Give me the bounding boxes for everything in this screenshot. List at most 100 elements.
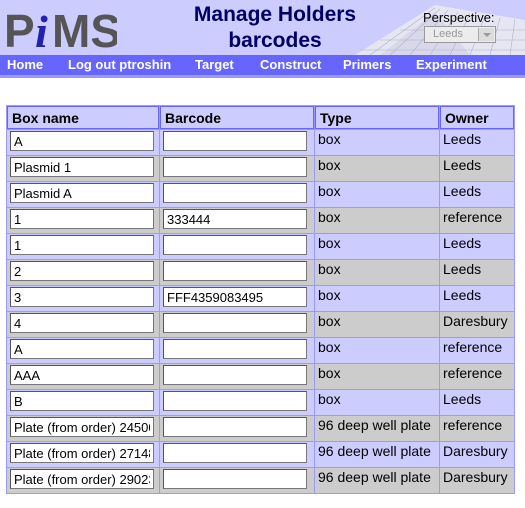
box-name-input[interactable] [10, 443, 154, 463]
holder-type-cell: box [315, 208, 439, 233]
owner-cell: Leeds [440, 156, 514, 181]
barcode-cell [160, 312, 314, 337]
box-name-cell [7, 416, 159, 441]
box-name-cell [7, 208, 159, 233]
table-header-row: Box name Barcode Type Owner [7, 106, 514, 129]
box-name-cell [7, 338, 159, 363]
box-name-input[interactable] [10, 235, 154, 255]
barcode-input[interactable] [163, 443, 307, 463]
box-name-input[interactable] [10, 183, 154, 203]
box-name-input[interactable] [10, 131, 154, 151]
chevron-down-icon[interactable] [478, 28, 494, 41]
barcode-input[interactable] [163, 391, 307, 411]
barcode-input[interactable] [163, 209, 307, 229]
box-name-input[interactable] [10, 313, 154, 333]
barcode-input[interactable] [163, 365, 307, 385]
box-name-cell [7, 364, 159, 389]
svg-text:i: i [35, 6, 48, 55]
table-row: boxreference [7, 364, 514, 389]
box-name-input[interactable] [10, 261, 154, 281]
box-name-cell [7, 156, 159, 181]
holder-type-cell: box [315, 130, 439, 155]
barcode-cell [160, 156, 314, 181]
column-header-type: Type [315, 106, 439, 129]
page-header: P i MS Manage Holders barcodes Perspecti… [0, 0, 525, 55]
barcode-input[interactable] [163, 157, 307, 177]
table-row: boxLeeds [7, 156, 514, 181]
nav-item-construct[interactable]: Construct [260, 57, 321, 73]
table-row: boxDaresbury [7, 312, 514, 337]
barcode-cell [160, 416, 314, 441]
nav-item-primers[interactable]: Primers [343, 57, 391, 73]
box-name-cell [7, 286, 159, 311]
box-name-cell [7, 234, 159, 259]
column-header-barcode: Barcode [160, 106, 314, 129]
holders-table: Box name Barcode Type Owner boxLeedsboxL… [6, 105, 515, 494]
barcode-input[interactable] [163, 287, 307, 307]
table-row: 96 deep well plateDaresbury [7, 468, 514, 493]
owner-cell: reference [440, 338, 514, 363]
holder-type-cell: box [315, 390, 439, 415]
box-name-cell [7, 182, 159, 207]
barcode-cell [160, 208, 314, 233]
barcode-input[interactable] [163, 417, 307, 437]
barcode-cell [160, 286, 314, 311]
holder-type-cell: box [315, 286, 439, 311]
perspective-label: Perspective: [423, 10, 495, 25]
owner-cell: Leeds [440, 260, 514, 285]
box-name-input[interactable] [10, 287, 154, 307]
svg-text:P: P [4, 5, 35, 55]
owner-cell: Daresbury [440, 312, 514, 337]
pims-logo: P i MS [4, 5, 117, 55]
owner-cell: Leeds [440, 234, 514, 259]
owner-cell: reference [440, 208, 514, 233]
table-row: boxreference [7, 338, 514, 363]
holder-type-cell: box [315, 338, 439, 363]
barcode-input[interactable] [163, 339, 307, 359]
box-name-input[interactable] [10, 417, 154, 437]
table-row: 96 deep well platereference [7, 416, 514, 441]
barcode-cell [160, 182, 314, 207]
box-name-cell [7, 260, 159, 285]
nav-bar: Home Log out ptroshin Target Construct P… [0, 55, 525, 78]
owner-cell: reference [440, 364, 514, 389]
barcode-input[interactable] [163, 469, 307, 489]
barcode-input[interactable] [163, 131, 307, 151]
nav-item-logout[interactable]: Log out ptroshin [68, 57, 171, 73]
owner-cell: reference [440, 416, 514, 441]
table-row: boxLeeds [7, 390, 514, 415]
nav-item-experiment[interactable]: Experiment [416, 57, 487, 73]
barcode-cell [160, 390, 314, 415]
holder-type-cell: 96 deep well plate [315, 468, 439, 493]
nav-item-home[interactable]: Home [7, 57, 43, 73]
holder-type-cell: box [315, 260, 439, 285]
holder-type-cell: 96 deep well plate [315, 416, 439, 441]
owner-cell: Leeds [440, 390, 514, 415]
barcode-cell [160, 130, 314, 155]
box-name-cell [7, 130, 159, 155]
holder-type-cell: 96 deep well plate [315, 442, 439, 467]
barcode-input[interactable] [163, 313, 307, 333]
column-header-owner: Owner [440, 106, 514, 129]
nav-item-target[interactable]: Target [195, 57, 234, 73]
owner-cell: Daresbury [440, 442, 514, 467]
barcode-input[interactable] [163, 261, 307, 281]
svg-text:MS: MS [52, 5, 117, 55]
box-name-input[interactable] [10, 391, 154, 411]
holder-type-cell: box [315, 182, 439, 207]
table-row: boxreference [7, 208, 514, 233]
box-name-input[interactable] [10, 365, 154, 385]
box-name-input[interactable] [10, 339, 154, 359]
perspective-selected-value: Leeds [433, 28, 463, 40]
box-name-input[interactable] [10, 209, 154, 229]
perspective-select[interactable]: Leeds [424, 26, 496, 43]
table-row: boxLeeds [7, 130, 514, 155]
barcode-input[interactable] [163, 183, 307, 203]
barcode-input[interactable] [163, 235, 307, 255]
holder-type-cell: box [315, 156, 439, 181]
box-name-input[interactable] [10, 157, 154, 177]
box-name-input[interactable] [10, 469, 154, 489]
holder-type-cell: box [315, 312, 439, 337]
table-row: 96 deep well plateDaresbury [7, 442, 514, 467]
barcode-cell [160, 338, 314, 363]
